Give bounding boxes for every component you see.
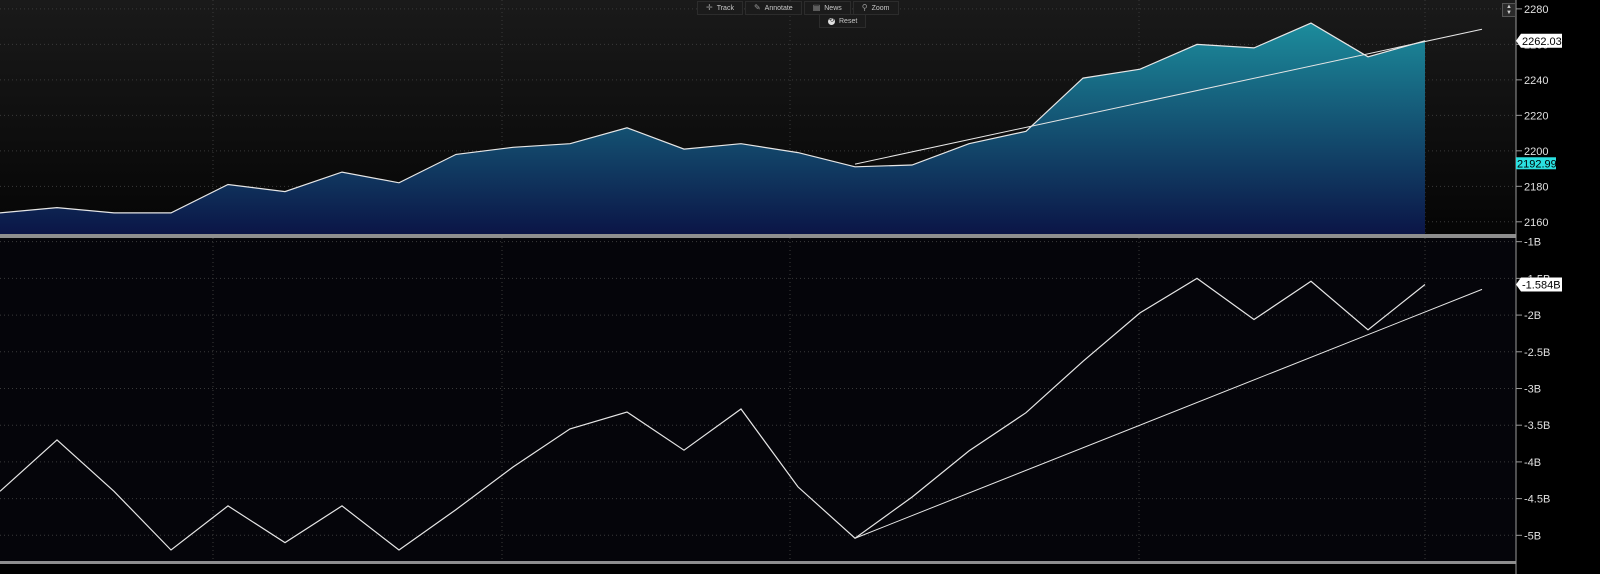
lower-panel-background <box>0 238 1516 562</box>
axis-scale-button[interactable]: ▲ ▼ <box>1502 3 1516 17</box>
news-label: News <box>824 4 842 12</box>
y-tick-label: -4.5B <box>1524 494 1550 506</box>
y-tick-label: 2240 <box>1524 75 1548 87</box>
chart-canvas[interactable]: 21602180220022202240226022802262.032192.… <box>0 0 1600 574</box>
track-button[interactable]: ✛ Track <box>697 1 743 15</box>
bottom-divider <box>0 561 1516 564</box>
newspaper-icon: ▤ <box>812 3 821 12</box>
pencil-icon: ✎ <box>753 3 761 12</box>
annotate-label: Annotate <box>764 4 793 12</box>
last-value-label: 2262.03 <box>1522 36 1562 48</box>
annotate-button[interactable]: ✎ Annotate <box>744 1 802 15</box>
upper-y-axis: 21602180220022202240226022802262.032192.… <box>1516 4 1562 229</box>
alt-value-label: 2192.99 <box>1517 158 1557 170</box>
y-tick-label: -2.5B <box>1524 347 1550 359</box>
reset-button[interactable]: ⟲ Reset <box>819 14 867 28</box>
reset-label: Reset <box>839 17 858 25</box>
last-value-label: -1.584B <box>1522 280 1561 292</box>
y-tick-label: -1B <box>1524 237 1541 249</box>
y-tick-label: 2160 <box>1524 217 1548 229</box>
zoom-button[interactable]: ⚲ Zoom <box>852 1 899 15</box>
zoom-label: Zoom <box>871 4 890 12</box>
news-button[interactable]: ▤ News <box>803 1 851 15</box>
y-tick-label: 2200 <box>1524 146 1548 158</box>
y-tick-label: -3B <box>1524 383 1541 395</box>
y-tick-label: -3.5B <box>1524 420 1550 432</box>
y-tick-label: -5B <box>1524 530 1541 542</box>
y-tick-label: -4B <box>1524 457 1541 469</box>
y-tick-label: 2220 <box>1524 110 1548 122</box>
y-tick-label: 2280 <box>1524 4 1548 16</box>
chart-toolbar: ✛ Track ✎ Annotate ▤ News ⚲ Zoom <box>697 1 899 15</box>
lower-y-axis: -1B-1.5B-2B-2.5B-3B-3.5B-4B-4.5B-5B-1.58… <box>1516 237 1562 542</box>
panel-divider[interactable] <box>0 234 1516 238</box>
track-label: Track <box>716 4 734 12</box>
crosshair-icon: ✛ <box>706 3 713 12</box>
arrow-down-icon: ▼ <box>1506 10 1512 16</box>
y-tick-label: 2180 <box>1524 181 1548 193</box>
y-tick-label: -2B <box>1524 310 1541 322</box>
reset-icon: ⟲ <box>828 17 835 25</box>
magnifier-icon: ⚲ <box>861 3 868 12</box>
